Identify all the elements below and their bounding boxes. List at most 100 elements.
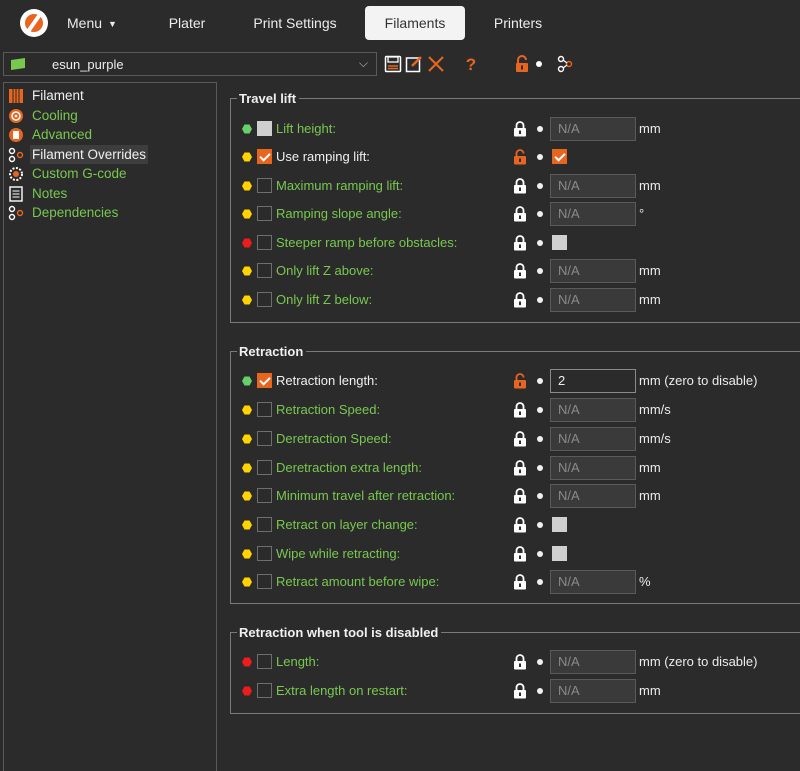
dot-icon [537, 407, 543, 413]
value-field[interactable]: N/A [550, 456, 636, 480]
value-checkbox[interactable] [552, 235, 567, 250]
dot-icon [537, 378, 543, 384]
override-checkbox[interactable] [257, 546, 272, 561]
lock-icon[interactable] [513, 292, 527, 308]
option-label: Maximum ramping lift: [276, 178, 404, 193]
value-field[interactable]: N/A [550, 398, 636, 422]
lock-icon[interactable] [513, 263, 527, 279]
lock-icon[interactable] [513, 206, 527, 222]
tab-plater[interactable]: Plater [160, 6, 214, 40]
option-row-lift-height: Lift height: N/A mm [231, 117, 800, 141]
tab-print-settings[interactable]: Print Settings [245, 6, 345, 40]
option-row-ramping-slope-angle: Ramping slope angle: N/A ° [231, 202, 800, 226]
lock-icon[interactable] [513, 517, 527, 533]
option-label: Length: [276, 654, 320, 669]
status-hex-icon [242, 491, 252, 501]
value-field[interactable]: N/A [550, 570, 636, 594]
value-field[interactable]: N/A [550, 679, 636, 703]
option-label: Retraction length: [276, 373, 378, 388]
tree-item-label: Dependencies [32, 205, 119, 220]
lock-icon[interactable] [513, 683, 527, 699]
lock-icon[interactable] [513, 121, 527, 137]
value-field[interactable]: N/A [550, 117, 636, 141]
dependencies-icon[interactable] [556, 55, 574, 73]
unlock-icon[interactable] [513, 55, 531, 73]
override-checkbox[interactable] [257, 292, 272, 307]
override-checkbox[interactable] [257, 373, 272, 388]
dependencies-icon [8, 205, 24, 221]
group-travel-lift: Travel lift Lift height: N/A mm Use ramp… [230, 91, 800, 323]
unlock-icon[interactable] [513, 149, 527, 165]
unit-label: mm [639, 683, 661, 698]
lock-icon[interactable] [513, 460, 527, 476]
option-row-deretraction-extra-length: Deretraction extra length: N/A mm [231, 456, 800, 480]
lock-icon[interactable] [513, 654, 527, 670]
override-checkbox[interactable] [257, 235, 272, 250]
override-checkbox[interactable] [257, 431, 272, 446]
override-checkbox[interactable] [257, 574, 272, 589]
lock-icon[interactable] [513, 178, 527, 194]
status-hex-icon [242, 181, 252, 191]
override-checkbox[interactable] [257, 488, 272, 503]
preset-toolbar: esun_purple ⌵ ? [0, 46, 800, 82]
save-icon[interactable] [384, 55, 402, 73]
value-checkbox[interactable] [552, 517, 567, 532]
dot-icon [537, 579, 543, 585]
lock-icon[interactable] [513, 488, 527, 504]
override-checkbox[interactable] [257, 460, 272, 475]
menu-dropdown[interactable]: Menu ▼ [64, 6, 120, 40]
override-checkbox[interactable] [257, 517, 272, 532]
value-field[interactable]: N/A [550, 174, 636, 198]
override-checkbox[interactable] [257, 654, 272, 669]
tree-item-label: Filament Overrides [30, 145, 149, 164]
preset-name: esun_purple [52, 57, 124, 72]
option-row-minimum-travel: Minimum travel after retraction: N/A mm [231, 484, 800, 508]
option-label: Only lift Z below: [276, 292, 373, 307]
preset-select[interactable]: esun_purple ⌵ [3, 52, 377, 76]
override-checkbox[interactable] [257, 683, 272, 698]
status-hex-icon [242, 238, 252, 248]
value-checkbox[interactable] [552, 149, 567, 164]
option-row-retraction-length: Retraction length: 2 mm (zero to disable… [231, 369, 800, 393]
dot-icon [537, 183, 543, 189]
lock-icon[interactable] [513, 431, 527, 447]
value-field[interactable]: N/A [550, 484, 636, 508]
app-logo-icon [20, 9, 48, 37]
override-checkbox[interactable] [257, 149, 272, 164]
lock-icon[interactable] [513, 574, 527, 590]
menu-label: Menu [67, 15, 103, 31]
dot-icon [537, 211, 543, 217]
override-checkbox[interactable] [257, 402, 272, 417]
status-hex-icon [242, 520, 252, 530]
dot-icon [537, 297, 543, 303]
option-row-only-lift-z-above: Only lift Z above: N/A mm [231, 259, 800, 283]
value-field[interactable]: 2 [550, 369, 636, 393]
override-checkbox[interactable] [257, 263, 272, 278]
lock-icon[interactable] [513, 546, 527, 562]
unit-label: mm/s [639, 402, 671, 417]
override-checkbox[interactable] [257, 178, 272, 193]
status-hex-icon [242, 577, 252, 587]
value-field[interactable]: N/A [550, 427, 636, 451]
help-icon[interactable]: ? [462, 55, 480, 73]
value-field[interactable]: N/A [550, 650, 636, 674]
dot-icon [537, 551, 543, 557]
value-checkbox[interactable] [552, 546, 567, 561]
delete-icon[interactable] [427, 55, 445, 73]
override-checkbox[interactable] [257, 206, 272, 221]
lock-icon[interactable] [513, 235, 527, 251]
tab-printers[interactable]: Printers [484, 6, 552, 40]
tab-filaments[interactable]: Filaments [365, 6, 465, 40]
value-field[interactable]: N/A [550, 288, 636, 312]
dot-icon [537, 268, 543, 274]
override-checkbox[interactable] [257, 121, 272, 136]
rename-icon[interactable] [405, 55, 423, 73]
notes-icon [9, 186, 23, 202]
value-field[interactable]: N/A [550, 259, 636, 283]
unlock-icon[interactable] [513, 373, 527, 389]
value-field[interactable]: N/A [550, 202, 636, 226]
dot-icon [537, 522, 543, 528]
lock-icon[interactable] [513, 402, 527, 418]
advanced-icon [9, 128, 23, 142]
tree-item-label: Notes [32, 186, 68, 201]
